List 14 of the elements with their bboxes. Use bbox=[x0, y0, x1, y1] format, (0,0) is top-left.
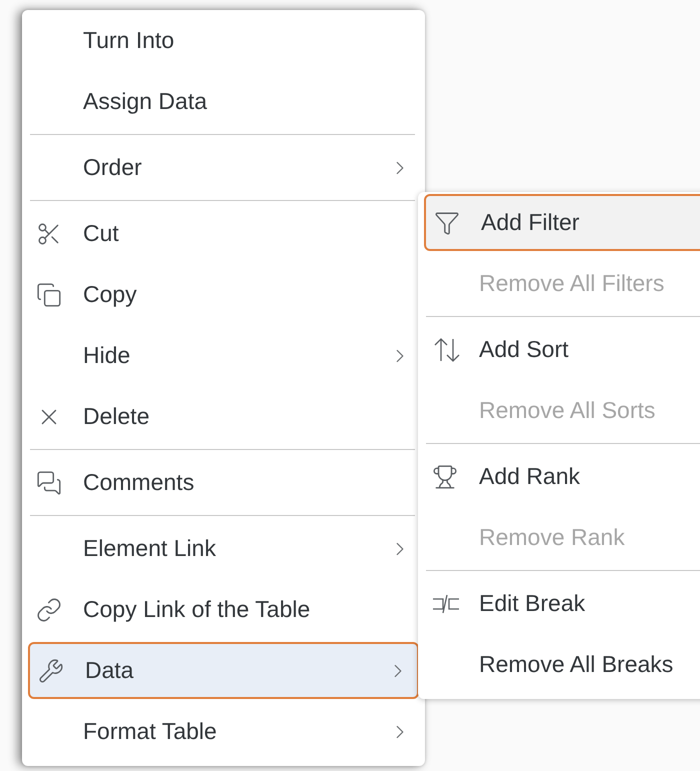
wrench-icon bbox=[38, 658, 64, 684]
break-icon bbox=[432, 592, 460, 614]
comments-icon bbox=[36, 470, 62, 496]
menu-item[interactable]: Data bbox=[28, 642, 419, 699]
link-icon bbox=[36, 596, 62, 622]
menu-item[interactable]: Order bbox=[22, 137, 425, 198]
trophy-icon bbox=[432, 464, 458, 490]
menu-item[interactable]: Assign Data bbox=[22, 71, 425, 132]
copy-icon bbox=[36, 282, 62, 308]
menu-item[interactable]: Format Table bbox=[22, 701, 425, 762]
sort-icon bbox=[432, 336, 462, 362]
filter-icon bbox=[434, 210, 460, 236]
menu-item[interactable]: Add Filter bbox=[424, 194, 700, 251]
menu-item[interactable]: Turn Into bbox=[22, 10, 425, 71]
